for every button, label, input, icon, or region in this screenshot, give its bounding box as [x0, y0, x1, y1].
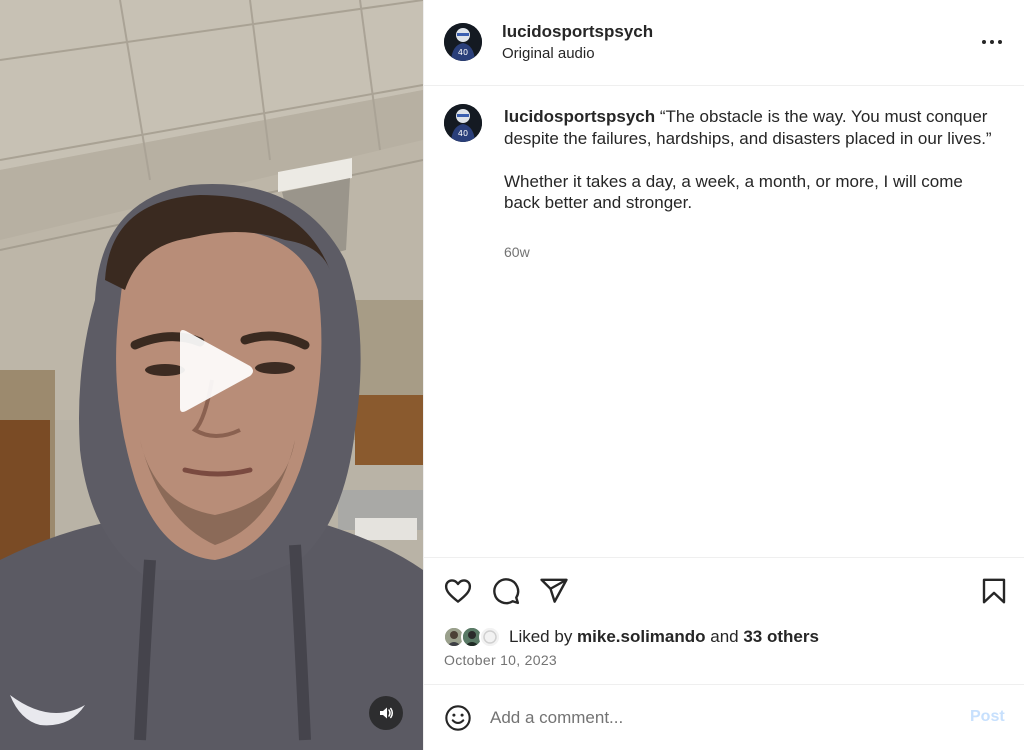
liker-avatars[interactable]	[443, 626, 505, 648]
avatar	[479, 626, 501, 648]
play-button[interactable]	[172, 328, 258, 414]
caption-username[interactable]: lucidosportspsych	[504, 107, 655, 126]
play-icon	[180, 330, 253, 412]
audio-toggle-button[interactable]	[369, 696, 403, 730]
smiley-icon	[445, 705, 471, 731]
profile-avatar-image: 40	[444, 104, 482, 142]
comment-button[interactable]	[491, 576, 521, 606]
audio-link[interactable]: Original audio	[502, 45, 595, 62]
bookmark-icon	[982, 578, 1006, 604]
emoji-button[interactable]	[444, 704, 472, 732]
caption-text: lucidosportspsych “The obstacle is the w…	[504, 106, 994, 214]
post-actions: Liked by mike.solimando and 33 others Oc…	[424, 557, 1024, 685]
post-header: 40 lucidosportspsych Original audio	[424, 0, 1024, 86]
post-author-username[interactable]: lucidosportspsych	[502, 22, 653, 42]
comment-icon	[493, 578, 520, 605]
save-button[interactable]	[979, 576, 1009, 606]
likes-text: Liked by mike.solimando and 33 others	[509, 627, 819, 646]
comment-bar: Post	[424, 686, 1024, 750]
svg-text:40: 40	[458, 129, 468, 138]
post-date[interactable]: October 10, 2023	[444, 652, 557, 668]
like-button[interactable]	[443, 576, 473, 606]
heart-icon	[444, 579, 472, 603]
caption-age[interactable]: 60w	[504, 244, 530, 260]
post-panel: 40 lucidosportspsych Original audio 40 l…	[423, 0, 1024, 750]
share-button[interactable]	[539, 576, 569, 606]
comment-input[interactable]	[490, 704, 950, 732]
likes-summary: Liked by mike.solimando and 33 others	[443, 625, 819, 649]
reel-video[interactable]	[0, 0, 423, 750]
more-options-button[interactable]	[980, 30, 1004, 54]
avatar[interactable]: 40	[444, 23, 482, 61]
post-caption: 40 lucidosportspsych “The obstacle is th…	[424, 86, 1024, 556]
more-horizontal-icon	[982, 40, 1002, 44]
likes-others-link[interactable]: 33 others	[743, 627, 819, 646]
liker-username-link[interactable]: mike.solimando	[577, 627, 705, 646]
svg-text:40: 40	[458, 48, 468, 57]
speaker-icon	[380, 707, 394, 719]
profile-avatar-image: 40	[444, 23, 482, 61]
send-icon	[540, 578, 568, 603]
avatar[interactable]: 40	[444, 104, 482, 142]
post-comment-button[interactable]: Post	[970, 708, 1005, 726]
